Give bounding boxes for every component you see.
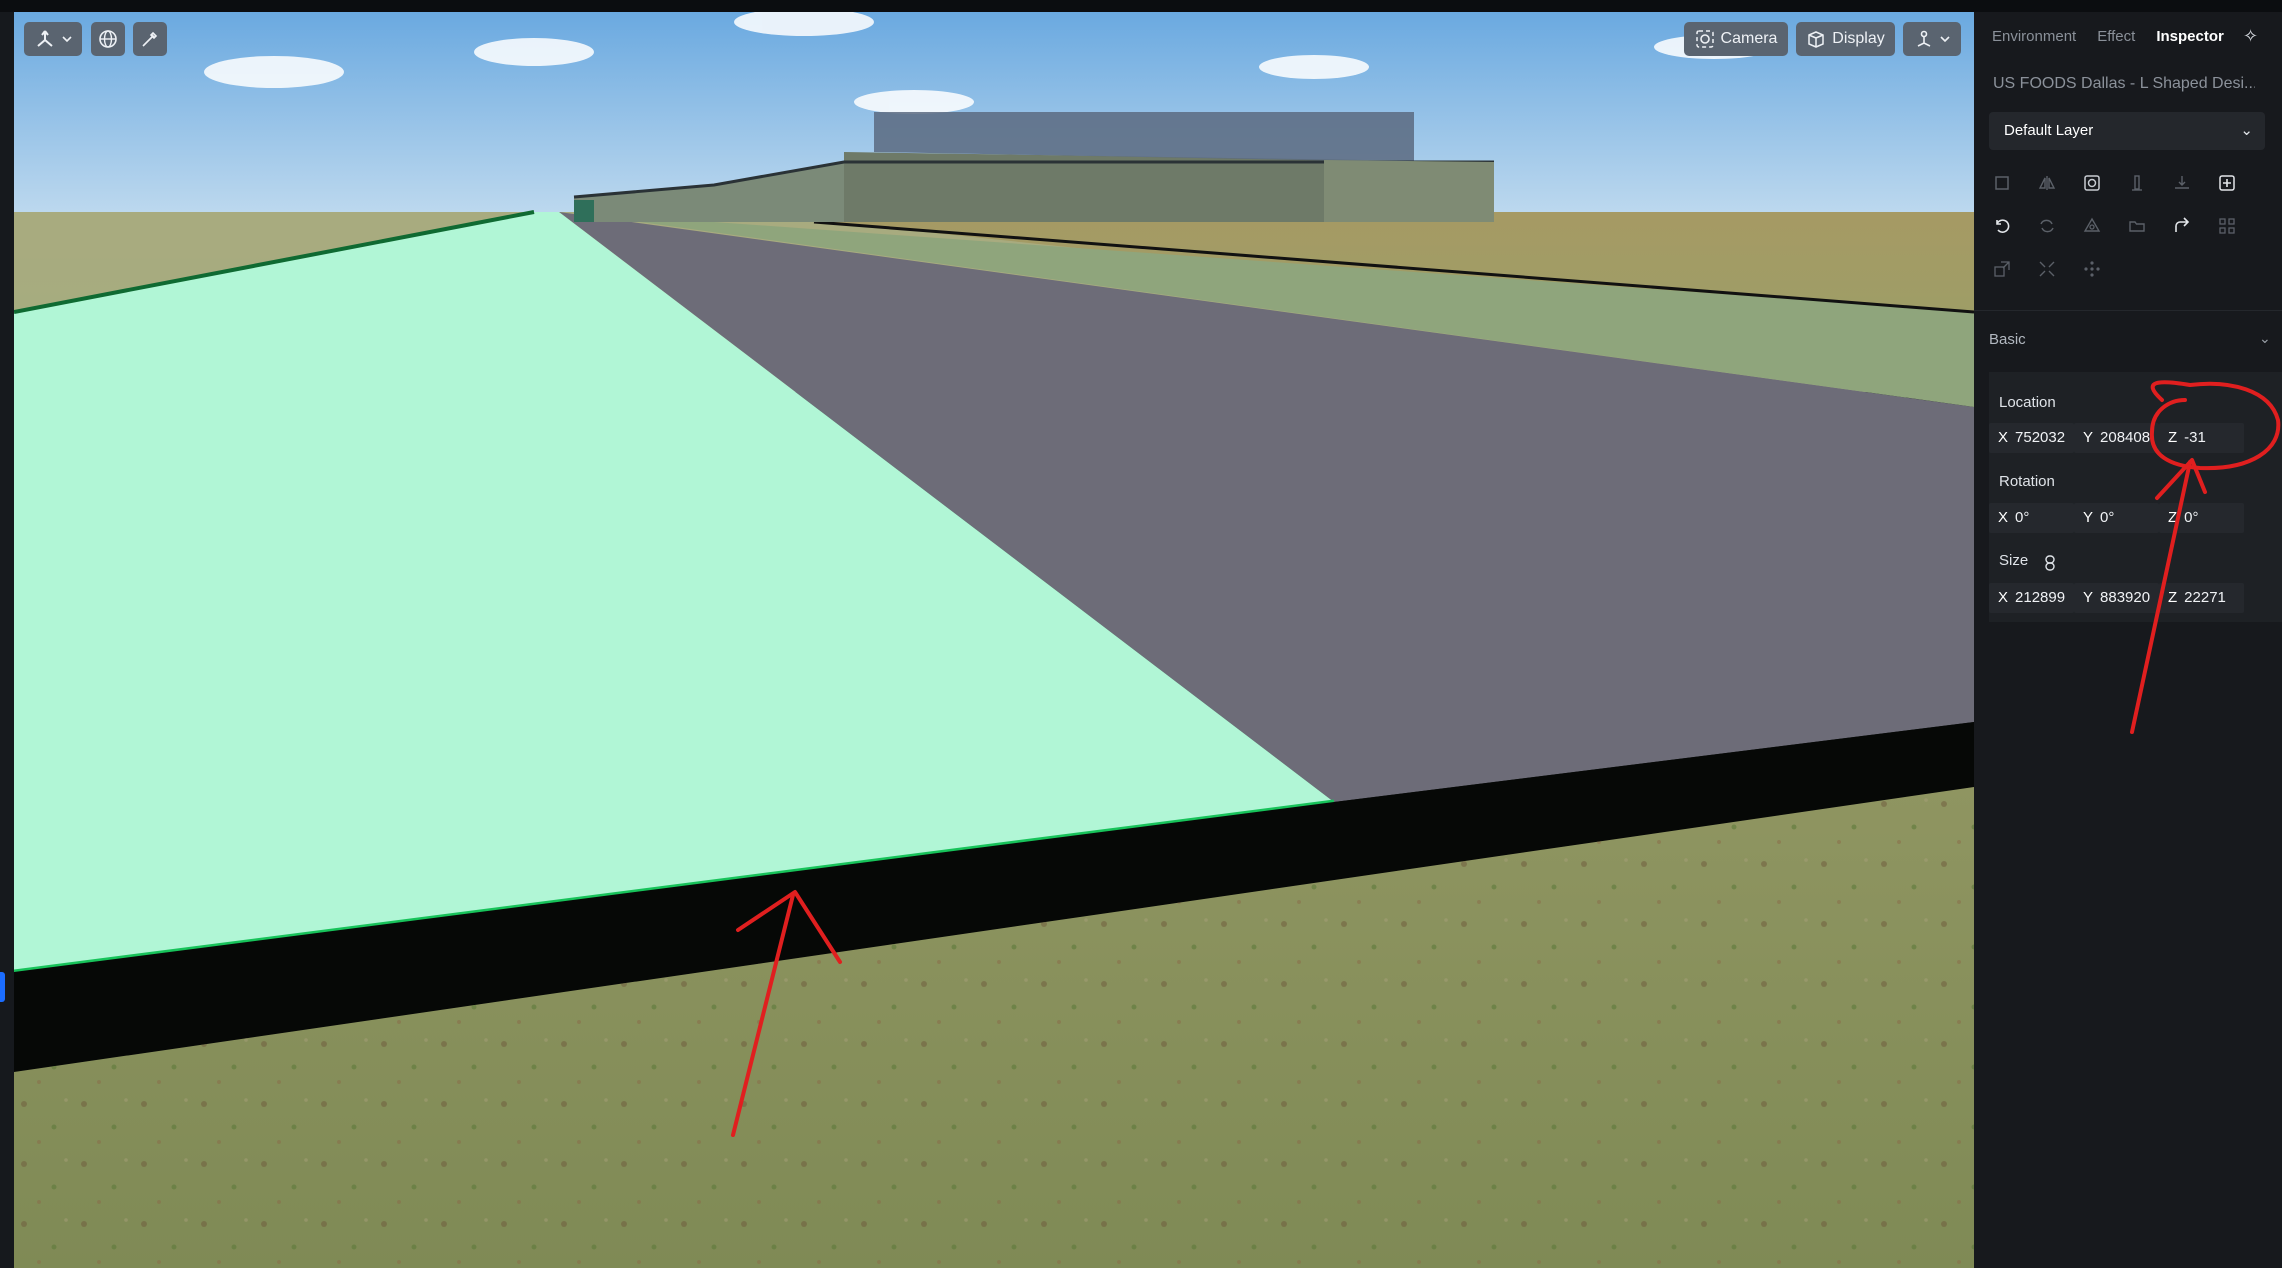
eyedropper-icon xyxy=(142,31,158,47)
chevron-down-icon[interactable]: ⌄ xyxy=(2259,330,2271,347)
link-icon[interactable] xyxy=(2044,555,2056,571)
sparkle-icon[interactable]: ✧ xyxy=(2243,26,2258,47)
size-label: Size xyxy=(1999,552,2029,569)
left-edge-strip xyxy=(0,12,14,1268)
transform-mode-button[interactable] xyxy=(24,22,82,56)
drop-to-ground-icon[interactable] xyxy=(2168,169,2196,197)
bounding-box-icon[interactable] xyxy=(1988,169,2016,197)
eyedropper-button[interactable] xyxy=(133,22,167,56)
inspector-panel: Environment Effect Inspector ✧ US FOODS … xyxy=(1974,12,2282,1268)
pivot-icon xyxy=(1917,30,1931,47)
pillar-icon[interactable] xyxy=(2123,169,2151,197)
section-basic-title[interactable]: Basic xyxy=(1989,331,2026,348)
camera-label: Camera xyxy=(1720,30,1778,47)
chevron-down-icon xyxy=(62,36,72,43)
mirror-icon[interactable] xyxy=(2033,169,2061,197)
pivot-button[interactable] xyxy=(1903,22,1961,56)
scale-icon[interactable] xyxy=(1988,255,2016,283)
add-icon[interactable] xyxy=(2213,169,2241,197)
layer-select-value: Default Layer xyxy=(2004,122,2094,139)
camera-button[interactable]: Camera xyxy=(1684,22,1788,56)
location-z-field[interactable]: Z -31 xyxy=(2159,423,2244,453)
tab-inspector[interactable]: Inspector xyxy=(2156,28,2224,45)
display-icon xyxy=(1808,31,1825,48)
material-icon[interactable] xyxy=(2078,212,2106,240)
section-divider xyxy=(1974,310,2282,311)
scene-render xyxy=(14,12,1974,1268)
undo-icon[interactable] xyxy=(1988,212,2016,240)
refresh-icon[interactable] xyxy=(2033,212,2061,240)
panel-tabs: Environment Effect Inspector xyxy=(1992,28,2224,45)
size-z-field[interactable]: Z 22271 xyxy=(2159,583,2244,613)
scatter-icon[interactable] xyxy=(2078,255,2106,283)
share-icon[interactable] xyxy=(2168,212,2196,240)
rotation-label: Rotation xyxy=(1999,473,2055,490)
camera-icon xyxy=(1695,30,1714,48)
display-label: Display xyxy=(1832,30,1885,47)
transform-properties: Location X 752032 Y 208408 Z -31 Rotation X… xyxy=(1989,372,2282,622)
folder-icon[interactable] xyxy=(2123,212,2151,240)
size-x-field[interactable]: X 212899 xyxy=(1989,583,2074,613)
grid-icon[interactable] xyxy=(2213,212,2241,240)
rotation-y-field[interactable]: Y 0° xyxy=(2074,503,2159,533)
3d-viewport[interactable]: Camera Display xyxy=(14,12,1974,1268)
tab-effect[interactable]: Effect xyxy=(2097,28,2135,45)
size-y-field[interactable]: Y 883920 xyxy=(2074,583,2159,613)
chevron-down-icon: ⌄ xyxy=(2240,122,2253,139)
rotation-x-field[interactable]: X 0° xyxy=(1989,503,2074,533)
active-indicator xyxy=(0,972,5,1002)
layer-select[interactable]: Default Layer ⌄ xyxy=(1989,112,2265,150)
location-y-field[interactable]: Y 208408 xyxy=(2074,423,2159,453)
project-title: US FOODS Dallas - L Shaped Desi... xyxy=(1993,75,2255,92)
globe-icon xyxy=(99,30,117,48)
top-window-bar xyxy=(0,0,2282,12)
chevron-down-icon xyxy=(1940,36,1950,43)
rotation-z-field[interactable]: Z 0° xyxy=(2159,503,2244,533)
transform-gizmo-icon xyxy=(37,30,53,47)
focus-icon[interactable] xyxy=(2078,169,2106,197)
global-space-button[interactable] xyxy=(91,22,125,56)
location-label: Location xyxy=(1999,394,2056,411)
collapse-icon[interactable] xyxy=(2033,255,2061,283)
location-x-field[interactable]: X 752032 xyxy=(1989,423,2074,453)
tab-environment[interactable]: Environment xyxy=(1992,28,2076,45)
display-button[interactable]: Display xyxy=(1796,22,1895,56)
